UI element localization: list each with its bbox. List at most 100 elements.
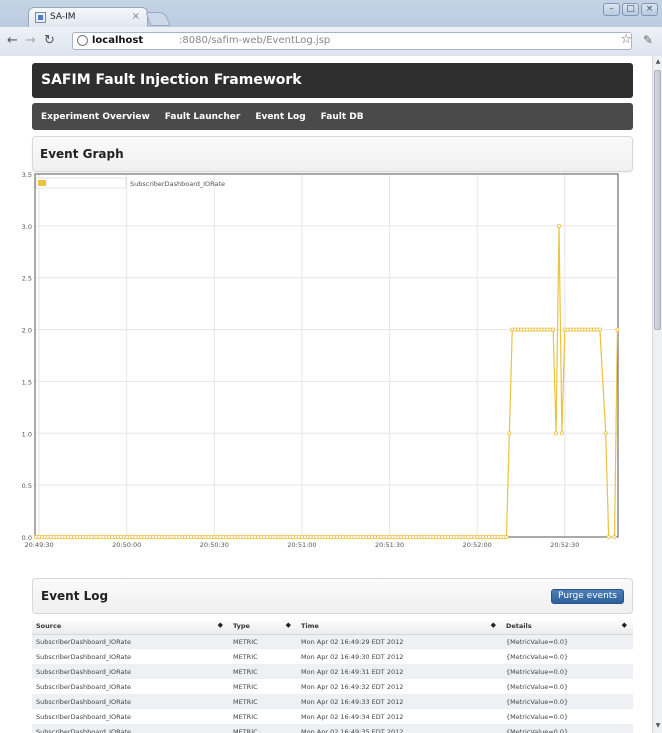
cell-type: METRIC: [229, 724, 297, 733]
reload-icon[interactable]: ↻: [44, 33, 55, 48]
table-header-row: Source ◆ Type ◆ Time ◆ Details ◆: [32, 618, 633, 635]
close-window-button[interactable]: ×: [641, 3, 658, 16]
cell-source[interactable]: SubscriberDashboard_IORate: [32, 724, 229, 733]
sort-arrow-icon[interactable]: ◆: [218, 621, 223, 629]
tab-close-icon[interactable]: ×: [132, 11, 140, 22]
url-path: :8080/safim-web/EventLog.jsp: [179, 35, 331, 46]
window-controls: – □ ×: [603, 3, 658, 16]
address-bar[interactable]: localhost :8080/safim-web/EventLog.jsp: [72, 32, 632, 50]
table-row[interactable]: SubscriberDashboard_IORate METRIC Mon Apr …: [32, 649, 633, 664]
column-header-type[interactable]: Type ◆: [229, 618, 297, 635]
cell-details: {MetricValue=0.0}: [502, 694, 633, 709]
favicon-icon: [35, 12, 46, 23]
x-tick-label: 20:52:30: [550, 541, 579, 549]
cell-source[interactable]: SubscriberDashboard_IORate: [32, 694, 229, 709]
table-row[interactable]: SubscriberDashboard_IORate METRIC Mon Apr …: [32, 664, 633, 679]
cell-details: {MetricValue=0.0}: [506, 682, 569, 691]
cell-time: Mon Apr 02 16:49:29 EDT 2012: [297, 634, 502, 649]
main-nav: Experiment Overview Fault Launcher Event…: [32, 103, 633, 130]
cell-source[interactable]: SubscriberDashboard_IORate: [32, 664, 229, 679]
y-tick-label: 2.5: [22, 275, 32, 283]
plot-border: [34, 173, 619, 538]
browser-tab[interactable]: SA-IM ×: [28, 7, 148, 27]
url-host: localhost: [92, 35, 144, 46]
event-graph-svg: 0.00.51.01.52.02.53.03.520:49:30 20:50:00…: [22, 171, 620, 549]
cell-details: {MetricValue=0.0}: [506, 712, 569, 721]
nav-fault-launcher[interactable]: Fault Launcher: [165, 112, 241, 122]
scroll-down-arrow-icon[interactable]: ▼: [654, 722, 662, 731]
forward-arrow-icon[interactable]: →: [25, 33, 36, 48]
column-header-source[interactable]: Source ◆: [32, 618, 229, 635]
cell-time: Mon Apr 02 16:49:35 EDT 2012: [297, 724, 502, 733]
event-graph-title: Event Graph: [40, 147, 124, 161]
cell-type: METRIC: [229, 664, 297, 679]
data-point: [603, 431, 608, 436]
table-row[interactable]: SubscriberDashboard_IORate METRIC Mon Apr …: [32, 709, 633, 724]
data-point: [556, 223, 561, 228]
cell-source[interactable]: SubscriberDashboard_IORate: [32, 679, 229, 694]
y-tick-label: 1.0: [22, 430, 32, 438]
legend-box: [35, 177, 127, 189]
y-tick-label: 3.5: [22, 171, 32, 179]
nav-event-log[interactable]: Event Log: [255, 112, 305, 122]
cell-time: Mon Apr 02 16:49:32 EDT 2012: [301, 682, 404, 691]
sort-arrow-icon[interactable]: ◆: [622, 621, 627, 629]
legend-label: SubscriberDashboard_IORate: [130, 180, 225, 188]
sort-arrow-icon[interactable]: ◆: [491, 621, 496, 629]
data-point: [212, 534, 217, 539]
table-row[interactable]: SubscriberDashboard_IORate METRIC Mon Apr …: [32, 694, 633, 709]
column-header-details[interactable]: Details ◆: [502, 618, 633, 635]
back-arrow-icon[interactable]: ←: [7, 33, 18, 48]
x-tick-label: 20:51:00: [287, 541, 316, 549]
data-point: [475, 534, 480, 539]
new-tab-button[interactable]: [145, 12, 171, 26]
data-point: [387, 534, 392, 539]
browser-chrome: SA-IM × – □ × ← → ↻ localhost :8080/safi…: [0, 0, 662, 56]
data-point: [34, 534, 39, 539]
table-row[interactable]: SubscriberDashboard_IORate METRIC Mon Apr …: [32, 634, 633, 649]
legend-swatch: [38, 180, 46, 186]
data-point: [559, 431, 564, 436]
page-info-icon[interactable]: [77, 35, 88, 46]
cell-source[interactable]: SubscriberDashboard_IORate: [32, 709, 229, 724]
cell-time: Mon Apr 02 16:49:31 EDT 2012: [297, 664, 502, 679]
nav-experiment-overview[interactable]: Experiment Overview: [41, 112, 150, 122]
data-point: [504, 534, 509, 539]
maximize-button[interactable]: □: [622, 3, 639, 16]
cell-details: {MetricValue=0.0}: [502, 724, 633, 733]
nav-fault-db[interactable]: Fault DB: [321, 112, 364, 122]
cell-details: {MetricValue=0.0}: [502, 664, 633, 679]
sort-arrow-icon[interactable]: ◆: [286, 621, 291, 629]
purge-events-button[interactable]: Purge events: [551, 589, 624, 604]
bookmark-star-icon[interactable]: ☆: [620, 32, 632, 47]
x-tick-label: 20:50:30: [200, 541, 229, 549]
app-header: SAFIM Fault Injection Framework: [32, 63, 633, 98]
y-tick-label: 2.0: [22, 327, 32, 335]
data-point: [612, 534, 617, 539]
app-brand[interactable]: SAFIM Fault Injection Framework: [41, 72, 302, 88]
event-graph-header: Event Graph: [32, 136, 633, 172]
data-point: [507, 431, 512, 436]
table-row[interactable]: SubscriberDashboard_IORate METRIC Mon Apr …: [32, 724, 633, 733]
column-header-time[interactable]: Time ◆: [297, 618, 502, 635]
x-tick-label: 20:49:30: [24, 541, 53, 549]
cell-source[interactable]: SubscriberDashboard_IORate: [32, 649, 229, 664]
scrollbar-thumb[interactable]: [654, 70, 661, 330]
event-log-title: Event Log: [41, 589, 109, 603]
x-tick-label: 20:50:00: [112, 541, 141, 549]
cell-type: METRIC: [229, 634, 297, 649]
data-point: [554, 431, 559, 436]
wrench-menu-icon[interactable]: ✎: [643, 33, 653, 47]
table-row[interactable]: SubscriberDashboard_IORate METRIC Mon Apr …: [32, 679, 633, 694]
cell-time: Mon Apr 02 16:49:33 EDT 2012: [297, 694, 502, 709]
cell-type: METRIC: [233, 682, 258, 691]
scroll-up-arrow-icon[interactable]: ▲: [654, 58, 662, 67]
cell-details: {MetricValue=0.0}: [506, 652, 569, 661]
event-log-header: Event Log Purge events: [32, 578, 633, 614]
data-point: [615, 327, 620, 332]
y-tick-label: 1.5: [22, 378, 32, 386]
cell-source[interactable]: SubscriberDashboard_IORate: [32, 634, 229, 649]
y-tick-label: 0.5: [22, 482, 32, 490]
minimize-button[interactable]: –: [603, 3, 620, 16]
page-scrollbar[interactable]: ▲ ▼: [652, 56, 662, 733]
